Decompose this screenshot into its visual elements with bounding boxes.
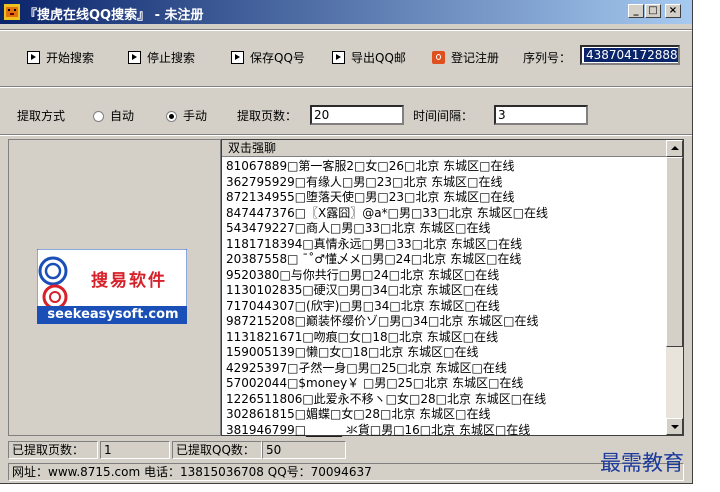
window-title: 『搜虎在线QQ搜索』 - 未注册 xyxy=(24,8,204,23)
radio-off-icon xyxy=(93,111,104,122)
list-item[interactable]: 362795929□有缘人□男□23□北京 东城区□在线 xyxy=(226,175,666,191)
scroll-up-icon[interactable] xyxy=(666,140,683,157)
brand-url: seekeasysoft.com xyxy=(47,307,179,322)
list-item[interactable]: 847447376□〖Ⅹ露囧〗@a*□男□33□北京 东城区□在线 xyxy=(226,206,666,222)
list-item[interactable]: 987215208□巅装怀缨价ゾ□男□34□北京 东城区□在线 xyxy=(226,314,666,330)
pages-label: 提取页数： xyxy=(237,109,298,123)
list-item[interactable]: 20387558□ ˉ˚♂懂乄メ□男□24□北京 东城区□在线 xyxy=(226,252,666,268)
separator xyxy=(0,29,692,31)
list-item[interactable]: 159005139□懒□女□18□北京 东城区□在线 xyxy=(226,345,666,361)
close-button[interactable]: × xyxy=(665,4,681,18)
list-item[interactable]: 81067889□第一客服2□女□26□北京 东城区□在线 xyxy=(226,159,666,175)
minimize-button[interactable]: _ xyxy=(628,4,644,18)
serial-input[interactable]: 438704172888 xyxy=(580,45,680,65)
list-item[interactable]: 717044307□(欣宇)□男□34□北京 东城区□在线 xyxy=(226,299,666,315)
interval-input[interactable]: 3 xyxy=(494,105,588,125)
tiger-app-icon xyxy=(4,4,20,20)
play-icon xyxy=(27,50,40,64)
watermark: 最需教育 xyxy=(600,451,684,475)
results-rows: 81067889□第一客服2□女□26□北京 东城区□在线 362795929□有… xyxy=(226,159,666,438)
separator xyxy=(0,134,692,136)
results-header[interactable]: 双击强聊 xyxy=(222,140,666,157)
save-qq-button[interactable]: 保存QQ号 xyxy=(231,49,305,65)
list-item[interactable]: 9520380□与你共行□男□24□北京 东城区□在线 xyxy=(226,268,666,284)
mode-auto-radio[interactable]: 自动 xyxy=(93,107,134,124)
brand-chinese: 搜易软件 xyxy=(91,271,167,291)
title-bar[interactable]: 『搜虎在线QQ搜索』 - 未注册 _ □ × xyxy=(0,0,692,24)
list-item[interactable]: 1130102835□硬汉□男□34□北京 东城区□在线 xyxy=(226,283,666,299)
register-button[interactable]: 登记注册 xyxy=(432,49,499,65)
results-list[interactable]: 双击强聊 81067889□第一客服2□女□26□北京 东城区□在线 362795… xyxy=(221,139,684,438)
main-window: 『搜虎在线QQ搜索』 - 未注册 _ □ × 开始搜索 停止搜索 保存QQ号 导… xyxy=(0,0,693,484)
status-pages-label: 已提取页数： xyxy=(8,441,98,459)
list-item[interactable]: 1226511806□此爱永不移ヽ□女□28□北京 东城区□在线 xyxy=(226,392,666,408)
list-item[interactable]: 57002044□$money￥ □男□25□北京 东城区□在线 xyxy=(226,376,666,392)
serial-label: 序列号： xyxy=(523,51,572,65)
status-footer: 网址：www.8715.com 电话：13815036708 QQ号：70094… xyxy=(8,463,684,481)
separator xyxy=(0,86,692,88)
mode-manual-radio[interactable]: 手动 xyxy=(166,107,207,124)
list-item[interactable]: 1181718394□真情永远□男□33□北京 东城区□在线 xyxy=(226,237,666,253)
status-qq-label: 已提取QQ数： xyxy=(172,441,262,459)
register-icon xyxy=(432,50,445,64)
list-item[interactable]: 381946799□______ 氺貨□男□16□北京 东城区□在线 xyxy=(226,423,666,439)
stop-search-button[interactable]: 停止搜索 xyxy=(128,49,195,65)
start-search-button[interactable]: 开始搜索 xyxy=(27,49,94,65)
scroll-thumb[interactable] xyxy=(666,157,683,347)
play-icon xyxy=(128,50,141,64)
pages-input[interactable]: 20 xyxy=(310,105,404,125)
scroll-down-icon[interactable] xyxy=(666,418,683,435)
list-item[interactable]: 42925397□孑然一身□男□25□北京 东城区□在线 xyxy=(226,361,666,377)
mode-label: 提取方式 xyxy=(17,109,66,123)
list-item[interactable]: 1131821671□吻痕□女□18□北京 东城区□在线 xyxy=(226,330,666,346)
status-qq-value: 50 xyxy=(262,441,346,459)
radio-on-icon xyxy=(166,111,177,122)
status-pages-value: 1 xyxy=(100,441,170,459)
play-icon xyxy=(231,50,244,64)
list-item[interactable]: 302861815□媚蝶□女□28□北京 东城区□在线 xyxy=(226,407,666,423)
vertical-scrollbar[interactable] xyxy=(666,140,683,435)
list-item[interactable]: 872134955□堕落天使□男□23□北京 东城区□在线 xyxy=(226,190,666,206)
maximize-button[interactable]: □ xyxy=(645,4,661,18)
export-qq-mail-button[interactable]: 导出QQ邮 xyxy=(332,49,406,65)
interval-label: 时间间隔： xyxy=(413,109,474,123)
play-icon xyxy=(332,50,345,64)
list-item[interactable]: 543479227□商人□男□33□北京 东城区□在线 xyxy=(226,221,666,237)
